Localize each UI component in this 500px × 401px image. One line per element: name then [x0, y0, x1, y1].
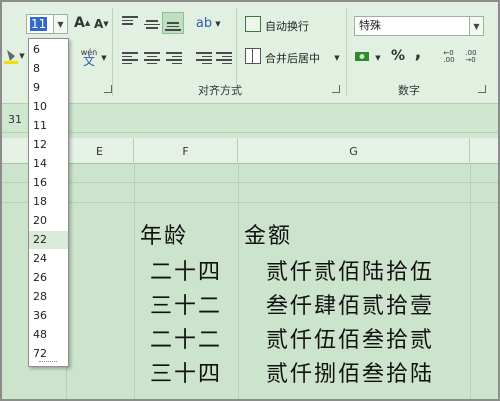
- font-size-dropdown-list: 6 8 9 10 11 12 14 16 18 20 22 24 26 28 3…: [28, 38, 69, 367]
- cell-age[interactable]: 二十二: [150, 322, 222, 354]
- resize-grip-icon[interactable]: [39, 361, 57, 363]
- cell-header-amount[interactable]: 金额: [244, 218, 292, 250]
- font-size-option[interactable]: 16: [29, 174, 68, 192]
- number-group-launcher[interactable]: [478, 85, 486, 93]
- font-size-option[interactable]: 20: [29, 212, 68, 230]
- merge-dropdown-icon[interactable]: ▼: [333, 54, 341, 62]
- ribbon: 11 ▼ A ▲ A ▼ ▼ wén 文 ▼ ab ▼ 自动换行 合并后居中 ▼…: [2, 2, 498, 104]
- number-format-select[interactable]: 特殊: [354, 16, 470, 36]
- align-right-icon[interactable]: [166, 50, 182, 66]
- alignment-group-label: 对齐方式: [198, 84, 242, 97]
- pinyin-dropdown-icon[interactable]: ▼: [100, 54, 108, 62]
- separator: [346, 8, 347, 96]
- font-size-option[interactable]: 26: [29, 269, 68, 287]
- sheet-grid[interactable]: 年龄 金额 二十四 贰仟贰佰陆拾伍 三十二 叁仟肆佰贰拾壹 二十二 贰仟伍佰叁拾…: [2, 164, 498, 399]
- bottom-align-icon: [165, 20, 181, 33]
- align-left-icon[interactable]: [122, 50, 138, 66]
- orientation-icon[interactable]: ab: [196, 14, 212, 32]
- increase-decimal-icon[interactable]: ←0.00: [440, 48, 458, 66]
- name-box[interactable]: 31: [8, 113, 22, 126]
- number-format-dropdown-button[interactable]: ▼: [470, 16, 484, 36]
- font-group-launcher[interactable]: [104, 85, 112, 93]
- pinyin-char-icon: 文: [82, 54, 95, 68]
- cell-age[interactable]: 三十二: [150, 288, 222, 320]
- wrap-text-icon[interactable]: [245, 16, 261, 32]
- font-size-option[interactable]: 12: [29, 136, 68, 154]
- fill-color-dropdown-icon[interactable]: ▼: [18, 52, 26, 60]
- decrease-indent-icon[interactable]: [196, 50, 212, 66]
- orientation-dropdown-icon[interactable]: ▼: [214, 20, 222, 28]
- top-align-icon[interactable]: [122, 14, 138, 27]
- font-size-option[interactable]: 9: [29, 79, 68, 97]
- font-size-input[interactable]: 11: [26, 14, 54, 34]
- pinyin-button[interactable]: wén 文: [78, 46, 100, 68]
- accounting-dropdown-icon[interactable]: ▼: [374, 54, 382, 62]
- merge-center-icon[interactable]: [245, 48, 261, 64]
- cell-amount[interactable]: 叁仟肆佰贰拾壹: [266, 288, 434, 320]
- increase-indent-icon[interactable]: [216, 50, 232, 66]
- column-header-f[interactable]: F: [134, 138, 238, 164]
- number-group-label: 数字: [398, 84, 420, 97]
- alignment-group-launcher[interactable]: [332, 85, 340, 93]
- font-size-option[interactable]: 18: [29, 193, 68, 211]
- cell-age[interactable]: 二十四: [150, 254, 222, 286]
- decrease-decimal-icon[interactable]: .00 →0: [462, 48, 480, 66]
- column-header-e[interactable]: E: [66, 138, 134, 164]
- cell-amount[interactable]: 贰仟伍佰叁拾贰: [266, 322, 434, 354]
- cell-amount[interactable]: 贰仟捌佰叁拾陆: [266, 356, 434, 388]
- font-size-value: 11: [30, 17, 48, 31]
- cell-header-age[interactable]: 年龄: [140, 218, 188, 250]
- font-size-dropdown-button[interactable]: ▼: [54, 14, 68, 34]
- column-headers: E F G: [2, 138, 498, 164]
- font-size-option[interactable]: 6: [29, 41, 68, 59]
- cell-amount[interactable]: 贰仟贰佰陆拾伍: [266, 254, 434, 286]
- fill-color-icon[interactable]: [4, 48, 18, 64]
- font-size-option-highlighted[interactable]: 22: [29, 231, 68, 249]
- percent-button[interactable]: %: [390, 46, 406, 66]
- font-size-option[interactable]: 11: [29, 117, 68, 135]
- font-size-option[interactable]: 14: [29, 155, 68, 173]
- font-size-option[interactable]: 8: [29, 60, 68, 78]
- formula-bar: 31: [2, 105, 498, 133]
- cell-age[interactable]: 三十四: [150, 356, 222, 388]
- accounting-format-icon[interactable]: [354, 48, 372, 66]
- comma-style-button[interactable]: ,: [412, 42, 424, 63]
- increase-font-size-icon[interactable]: A ▲: [74, 15, 90, 31]
- font-size-option[interactable]: 48: [29, 326, 68, 344]
- font-size-option[interactable]: 28: [29, 288, 68, 306]
- middle-align-icon[interactable]: [144, 18, 160, 31]
- font-size-option[interactable]: 10: [29, 98, 68, 116]
- font-size-option[interactable]: 36: [29, 307, 68, 325]
- separator: [112, 8, 113, 96]
- wrap-text-button[interactable]: 自动换行: [265, 18, 309, 34]
- merge-center-button[interactable]: 合并后居中: [265, 50, 320, 66]
- decrease-font-size-icon[interactable]: A ▼: [94, 17, 109, 31]
- column-header-g[interactable]: G: [238, 138, 470, 164]
- font-size-option[interactable]: 24: [29, 250, 68, 268]
- align-center-icon[interactable]: [144, 50, 160, 66]
- spreadsheet-window: 11 ▼ A ▲ A ▼ ▼ wén 文 ▼ ab ▼ 自动换行 合并后居中 ▼…: [2, 2, 498, 399]
